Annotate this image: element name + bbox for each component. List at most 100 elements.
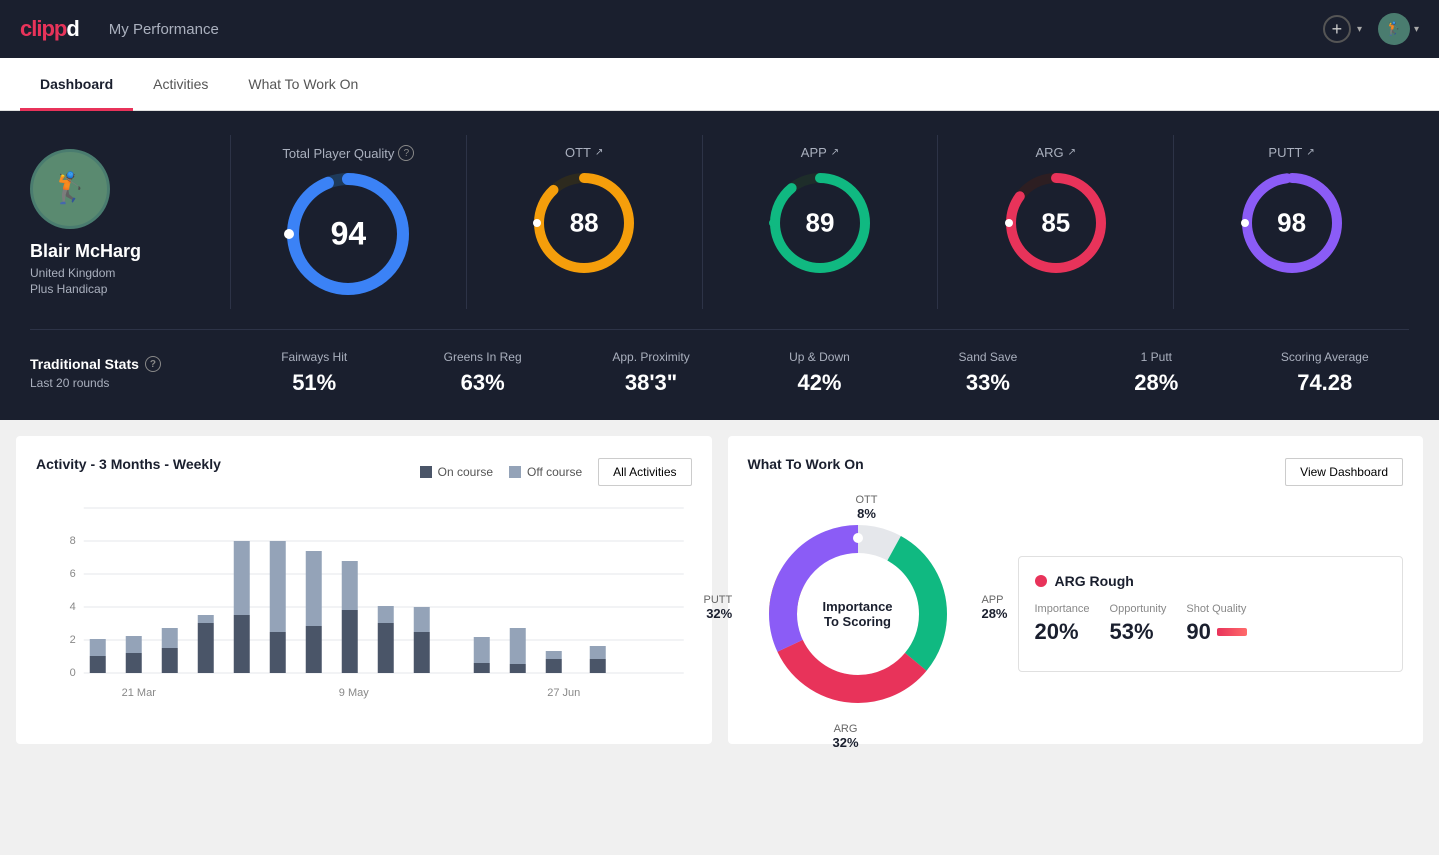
trad-stats-subtitle: Last 20 rounds: [30, 376, 230, 390]
app-ring: 89: [765, 168, 875, 278]
stat-1-putt: 1 Putt 28%: [1072, 350, 1240, 396]
donut-center-text2: To Scoring: [822, 614, 892, 629]
trad-help-icon[interactable]: ?: [145, 356, 161, 372]
score-total: Total Player Quality ? 94: [231, 135, 467, 309]
total-ring: 94: [283, 169, 413, 299]
nav-title: My Performance: [109, 21, 1323, 38]
stat-sand-save: Sand Save 33%: [904, 350, 1072, 396]
view-dashboard-button[interactable]: View Dashboard: [1285, 458, 1403, 486]
legend-off-course: Off course: [509, 465, 582, 479]
ott-label: OTT ↗: [565, 145, 603, 160]
arg-donut-label: ARG 32%: [833, 723, 859, 750]
opportunity-label: Opportunity: [1110, 603, 1167, 615]
on-course-icon: [420, 466, 432, 478]
add-chevron-icon: ▾: [1357, 24, 1362, 35]
bar-chart-svg: 0 2 4 6 8: [36, 498, 692, 718]
card-header: ARG Rough: [1035, 573, 1387, 589]
add-icon: +: [1323, 15, 1351, 43]
card-importance: Importance 20%: [1035, 603, 1090, 645]
chart-header: Activity - 3 Months - Weekly On course O…: [36, 456, 692, 488]
donut-center: Importance To Scoring: [822, 599, 892, 629]
player-handicap: Plus Handicap: [30, 282, 107, 296]
putt-ring: 98: [1237, 168, 1347, 278]
stat-greens-in-reg: Greens In Reg 63%: [398, 350, 566, 396]
legend-on-course: On course: [420, 465, 493, 479]
arg-label: ARG ↗: [1036, 145, 1077, 160]
opportunity-value: 53%: [1110, 619, 1167, 645]
svg-text:9 May: 9 May: [339, 687, 369, 699]
putt-label: PUTT ↗: [1268, 145, 1314, 160]
hero-top: 🏌️ Blair McHarg United Kingdom Plus Hand…: [30, 135, 1409, 309]
score-arg: ARG ↗ 85: [938, 135, 1174, 309]
scores-section: Total Player Quality ? 94 OTT ↗: [230, 135, 1409, 309]
chart-legend: On course Off course: [420, 465, 583, 479]
putt-donut-label: PUTT 32%: [704, 594, 733, 621]
ott-arrow-icon: ↗: [595, 147, 603, 158]
card-dot-icon: [1035, 575, 1047, 587]
nav-actions: + ▾ 🏌 ▾: [1323, 13, 1419, 45]
traditional-stats: Traditional Stats ? Last 20 rounds Fairw…: [30, 329, 1409, 396]
activity-chart-title: Activity - 3 Months - Weekly: [36, 456, 221, 472]
card-title: ARG Rough: [1055, 573, 1134, 589]
tabs-bar: Dashboard Activities What To Work On: [0, 58, 1439, 111]
card-opportunity: Opportunity 53%: [1110, 603, 1167, 645]
avatar: 🏌️: [30, 149, 110, 229]
tab-what-to-work-on[interactable]: What To Work On: [228, 58, 378, 111]
trad-stats-title: Traditional Stats ?: [30, 356, 230, 372]
arg-value: 85: [1041, 208, 1070, 239]
donut-chart: Importance To Scoring: [748, 504, 968, 724]
what-to-work-on-panel: What To Work On View Dashboard: [728, 436, 1424, 744]
top-nav: clippd My Performance + ▾ 🏌 ▾: [0, 0, 1439, 58]
tab-activities[interactable]: Activities: [133, 58, 228, 111]
putt-arrow-icon: ↗: [1306, 147, 1314, 158]
app-label: APP ↗: [801, 145, 839, 160]
stat-scoring-avg: Scoring Average 74.28: [1241, 350, 1409, 396]
trad-stats-label: Traditional Stats ? Last 20 rounds: [30, 356, 230, 390]
wtwo-title: What To Work On: [748, 456, 864, 472]
user-chevron-icon: ▾: [1414, 24, 1419, 35]
shot-quality-value: 90: [1186, 619, 1246, 645]
total-label: Total Player Quality ?: [282, 145, 414, 161]
score-ott: OTT ↗ 88: [467, 135, 703, 309]
bar-chart: 0 2 4 6 8: [36, 498, 692, 718]
user-menu[interactable]: 🏌 ▾: [1378, 13, 1419, 45]
donut-center-text1: Importance: [822, 599, 892, 614]
nav-add-button[interactable]: + ▾: [1323, 15, 1362, 43]
app-donut-label: APP 28%: [981, 594, 1007, 621]
total-value: 94: [331, 216, 367, 253]
score-putt: PUTT ↗ 98: [1174, 135, 1409, 309]
ott-value: 88: [570, 208, 599, 239]
app-value: 89: [806, 208, 835, 239]
importance-label: Importance: [1035, 603, 1090, 615]
svg-text:21 Mar: 21 Mar: [122, 687, 157, 699]
tab-dashboard[interactable]: Dashboard: [20, 58, 133, 111]
svg-text:4: 4: [70, 601, 76, 613]
stat-up-down: Up & Down 42%: [735, 350, 903, 396]
shot-quality-label: Shot Quality: [1186, 603, 1246, 615]
logo: clippd: [20, 16, 79, 42]
player-country: United Kingdom: [30, 266, 115, 280]
importance-value: 20%: [1035, 619, 1090, 645]
recommendation-card: ARG Rough Importance 20% Opportunity 53%…: [1018, 556, 1404, 672]
ott-ring: 88: [529, 168, 639, 278]
svg-text:8: 8: [70, 535, 76, 547]
card-stats: Importance 20% Opportunity 53% Shot Qual…: [1035, 603, 1387, 645]
off-course-icon: [509, 466, 521, 478]
ott-donut-label: OTT 8%: [856, 494, 878, 521]
app-arrow-icon: ↗: [831, 147, 839, 158]
bottom-panels: Activity - 3 Months - Weekly On course O…: [0, 420, 1439, 760]
avatar: 🏌: [1378, 13, 1410, 45]
hero-section: 🏌️ Blair McHarg United Kingdom Plus Hand…: [0, 111, 1439, 420]
player-name: Blair McHarg: [30, 241, 141, 262]
card-shot-quality: Shot Quality 90: [1186, 603, 1246, 645]
svg-text:2: 2: [70, 634, 76, 646]
wtwo-content: Importance To Scoring OTT 8% APP 28%: [748, 504, 1404, 724]
svg-text:27 Jun: 27 Jun: [547, 687, 580, 699]
svg-text:6: 6: [70, 568, 76, 580]
wtwo-header: What To Work On View Dashboard: [748, 456, 1404, 488]
activity-chart-panel: Activity - 3 Months - Weekly On course O…: [16, 436, 712, 744]
arg-arrow-icon: ↗: [1068, 147, 1076, 158]
all-activities-button[interactable]: All Activities: [598, 458, 691, 486]
help-icon[interactable]: ?: [398, 145, 414, 161]
arg-ring: 85: [1001, 168, 1111, 278]
